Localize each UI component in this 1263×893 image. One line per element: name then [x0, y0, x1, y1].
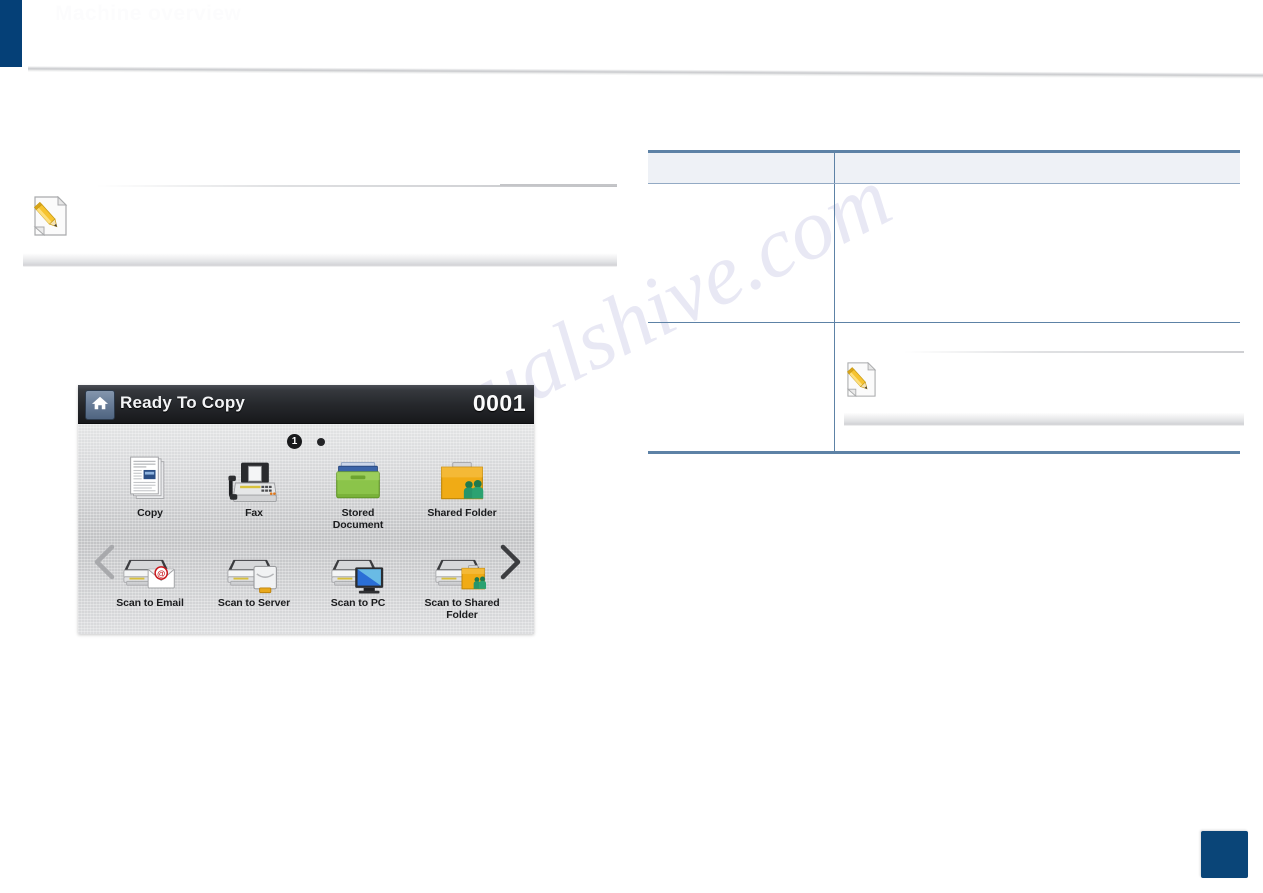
app-tile-label: Scan to Email [116, 597, 184, 609]
page-header: Machine overview [0, 0, 1263, 79]
page-title: Machine overview [55, 2, 242, 25]
scan-to-pc-icon [330, 542, 386, 596]
table-note-top-rule [903, 351, 1244, 353]
app-grid-row: Copy Fax Stored Document Shared Folder [98, 452, 514, 542]
table-column-header [648, 150, 835, 184]
table-row [648, 183, 1240, 323]
table-column-header [834, 150, 1240, 184]
page-indicator-active[interactable]: 1 [287, 434, 302, 449]
svg-text:@: @ [157, 568, 165, 578]
shared-folder-icon [437, 452, 487, 506]
copy-documents-icon [127, 452, 173, 506]
app-tile-scan-to-server[interactable]: Scan to Server [202, 542, 306, 632]
note-top-rule-segment [500, 184, 617, 186]
table-cell-value [834, 184, 1240, 323]
table-row [648, 322, 1244, 454]
fax-machine-icon [228, 452, 280, 506]
page-indicator-dot[interactable] [317, 437, 325, 446]
note-pencil-icon [846, 361, 877, 398]
scan-to-shared-folder-icon [434, 542, 490, 596]
app-grid-row: @ Scan to Email Scan to Server Scan to P… [98, 542, 514, 632]
app-tile-shared-folder[interactable]: Shared Folder [410, 452, 514, 542]
app-grid: Copy Fax Stored Document Shared Folder @… [98, 452, 514, 632]
control-panel-titlebar: Ready To Copy 0001 [78, 385, 534, 424]
copy-count-display: 0001 [472, 390, 526, 416]
app-tile-label: Scan to Server [217, 597, 291, 609]
app-tile-stored-document[interactable]: Stored Document [306, 452, 410, 542]
page-number-tab [1201, 831, 1248, 878]
app-tile-scan-to-shared-folder[interactable]: Scan to Shared Folder [410, 542, 514, 632]
app-tile-label: Stored Document [332, 507, 384, 531]
app-tile-label: Scan to Shared Folder [424, 597, 500, 621]
note-bottom-rule [23, 253, 617, 267]
home-button[interactable] [85, 390, 115, 420]
app-tile-label: Copy [137, 507, 163, 519]
note-pencil-icon [33, 195, 68, 237]
table-cell-key [648, 322, 835, 454]
specification-table [648, 150, 1244, 454]
left-column [20, 100, 620, 267]
control-panel-status: Ready To Copy [120, 393, 246, 412]
table-cell-value [834, 322, 1244, 454]
scan-to-email-icon: @ [122, 542, 178, 596]
control-panel-screenshot: Ready To Copy 0001 1 Copy Fax Stored Doc… [78, 385, 534, 634]
stored-document-box-icon [333, 452, 383, 506]
app-tile-label: Shared Folder [427, 507, 497, 519]
table-header-row [648, 150, 1240, 184]
scan-to-server-icon [226, 542, 282, 596]
home-icon [91, 395, 109, 416]
app-tile-label: Scan to PC [330, 597, 386, 609]
app-tile-scan-to-email[interactable]: @ Scan to Email [98, 542, 202, 632]
header-divider [28, 62, 1263, 79]
control-panel-screen: 1 Copy Fax Stored Document Shared Folder… [78, 424, 534, 634]
note-callout [20, 168, 617, 267]
table-note-callout [843, 351, 1244, 437]
table-cell-key [648, 183, 835, 323]
app-tile-scan-to-pc[interactable]: Scan to PC [306, 542, 410, 632]
app-tile-label: Fax [245, 507, 263, 519]
header-accent-bar [0, 0, 22, 67]
page-indicator: 1 [78, 434, 534, 449]
table-note-bottom-rule [843, 413, 1244, 426]
app-tile-fax[interactable]: Fax [202, 452, 306, 542]
app-tile-copy[interactable]: Copy [98, 452, 202, 542]
